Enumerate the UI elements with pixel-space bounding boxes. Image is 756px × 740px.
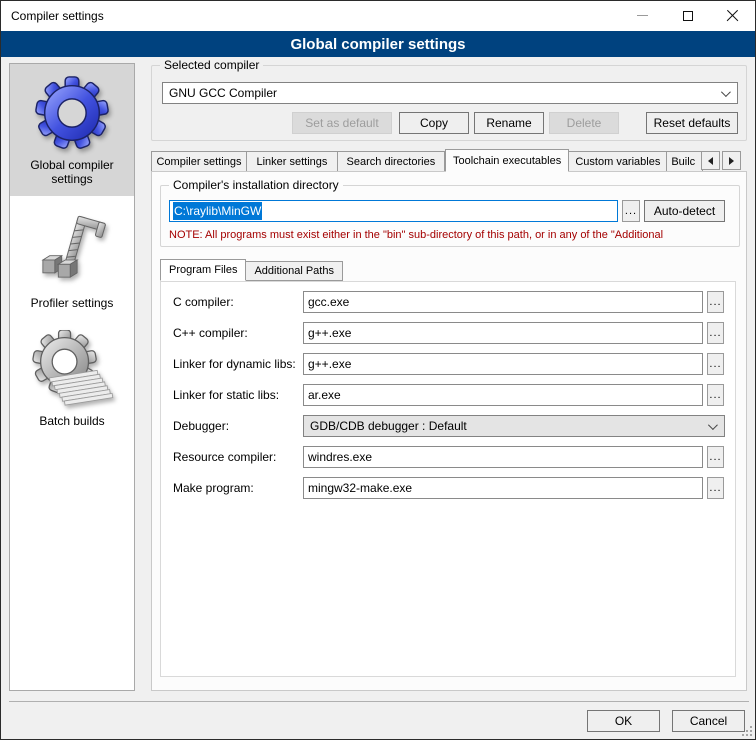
field-row-c-compiler: C compiler: ... [161,291,735,313]
tab-scroll-right-button[interactable] [722,151,741,170]
sidebar-item-label: Global compiler settings [14,158,130,186]
tab-compiler-settings[interactable]: Compiler settings [151,151,247,172]
sidebar-item-batch-builds[interactable]: Batch builds [10,320,134,438]
compiler-buttons-row: Set as default Copy Rename Delete Reset … [162,112,738,134]
page-title: Global compiler settings [290,36,465,53]
install-dir-input[interactable]: C:\raylib\MinGW [169,200,618,222]
linker-dynamic-input[interactable] [303,353,703,375]
field-row-make-program: Make program: ... [161,477,735,499]
minimize-button[interactable] [620,1,665,30]
caliper-icon [36,206,108,290]
tab-toolchain-executables[interactable]: Toolchain executables [445,149,570,172]
field-row-linker-static: Linker for static libs: ... [161,384,735,406]
toolchain-executables-page: Compiler's installation directory C:\ray… [151,171,747,691]
field-row-linker-dynamic: Linker for dynamic libs: ... [161,353,735,375]
c-compiler-input[interactable] [303,291,703,313]
close-icon [726,9,739,22]
compiler-settings-dialog: Compiler settings Global compiler settin… [0,0,756,740]
browse-button[interactable]: ... [707,384,724,406]
field-label: Debugger: [173,415,303,437]
tab-scroll-left-button[interactable] [701,151,720,170]
install-dir-row: C:\raylib\MinGW ... Auto-detect [169,200,733,222]
selected-compiler-group: Selected compiler GNU GCC Compiler Set a… [151,65,747,141]
minimize-icon [637,15,648,16]
maximize-button[interactable] [665,1,710,30]
browse-button[interactable]: ... [707,291,724,313]
make-program-input[interactable] [303,477,703,499]
autodetect-button[interactable]: Auto-detect [644,200,725,222]
linker-static-input[interactable] [303,384,703,406]
browse-button[interactable]: ... [622,200,640,222]
selected-text: C:\raylib\MinGW [173,202,262,220]
field-label: Make program: [173,477,303,499]
sidebar-item-label: Profiler settings [14,296,130,310]
compiler-select-value: GNU GCC Compiler [169,86,277,100]
delete-button[interactable]: Delete [549,112,619,134]
browse-button[interactable]: ... [707,322,724,344]
tab-additional-paths[interactable]: Additional Paths [246,261,343,281]
field-label: C compiler: [173,291,303,313]
cpp-compiler-input[interactable] [303,322,703,344]
window-controls [620,1,755,30]
footer-separator [9,701,749,702]
install-note: NOTE: All programs must exist either in … [169,229,747,241]
sidebar-item-profiler-settings[interactable]: Profiler settings [10,196,134,320]
chevron-down-icon [721,87,731,97]
field-label: C++ compiler: [173,322,303,344]
tab-linker-settings[interactable]: Linker settings [247,151,338,172]
field-row-cpp-compiler: C++ compiler: ... [161,322,735,344]
program-files-page: C compiler: ... C++ compiler: ... Linker… [160,281,736,677]
titlebar: Compiler settings [1,1,755,31]
field-row-resource-compiler: Resource compiler: ... [161,446,735,468]
copy-button[interactable]: Copy [399,112,469,134]
cancel-button[interactable]: Cancel [672,710,745,732]
tab-build-options-clipped[interactable]: Builc [667,151,703,172]
install-dir-group: Compiler's installation directory C:\ray… [160,185,740,247]
field-label: Linker for static libs: [173,384,303,406]
sidebar-item-global-compiler-settings[interactable]: Global compiler settings [10,64,134,196]
tab-search-directories[interactable]: Search directories [338,151,445,172]
resize-grip[interactable] [742,726,752,736]
rename-button[interactable]: Rename [474,112,544,134]
tab-scroll-controls [699,151,741,170]
browse-button[interactable]: ... [707,446,724,468]
tab-program-files[interactable]: Program Files [160,259,246,281]
compiler-select[interactable]: GNU GCC Compiler [162,82,738,104]
window-title: Compiler settings [1,9,104,23]
browse-button[interactable]: ... [707,477,724,499]
field-row-debugger: Debugger: GDB/CDB debugger : Default [161,415,735,437]
resource-compiler-input[interactable] [303,446,703,468]
set-as-default-button[interactable]: Set as default [292,112,392,134]
browse-button[interactable]: ... [707,353,724,375]
reset-defaults-button[interactable]: Reset defaults [646,112,738,134]
sidebar: Global compiler settings [9,63,135,691]
group-label: Compiler's installation directory [169,178,343,192]
blue-gear-icon [33,74,111,152]
ok-button[interactable]: OK [587,710,660,732]
left-arrow-icon [708,157,713,165]
field-label: Linker for dynamic libs: [173,353,303,375]
dialog-header: Global compiler settings [1,31,755,57]
compiler-tabs: Compiler settings Linker settings Search… [151,149,747,172]
debugger-select[interactable]: GDB/CDB debugger : Default [303,415,725,437]
group-label: Selected compiler [160,58,263,72]
program-tabs: Program Files Additional Paths [160,259,343,281]
maximize-icon [683,11,693,21]
chevron-down-icon [708,420,718,430]
right-arrow-icon [729,157,734,165]
field-label: Resource compiler: [173,446,303,468]
close-button[interactable] [710,1,755,30]
sidebar-item-label: Batch builds [14,414,130,428]
tab-custom-variables[interactable]: Custom variables [569,151,667,172]
gear-stack-icon [30,330,114,408]
debugger-select-value: GDB/CDB debugger : Default [310,419,467,433]
tab-list: Compiler settings Linker settings Search… [151,149,703,172]
